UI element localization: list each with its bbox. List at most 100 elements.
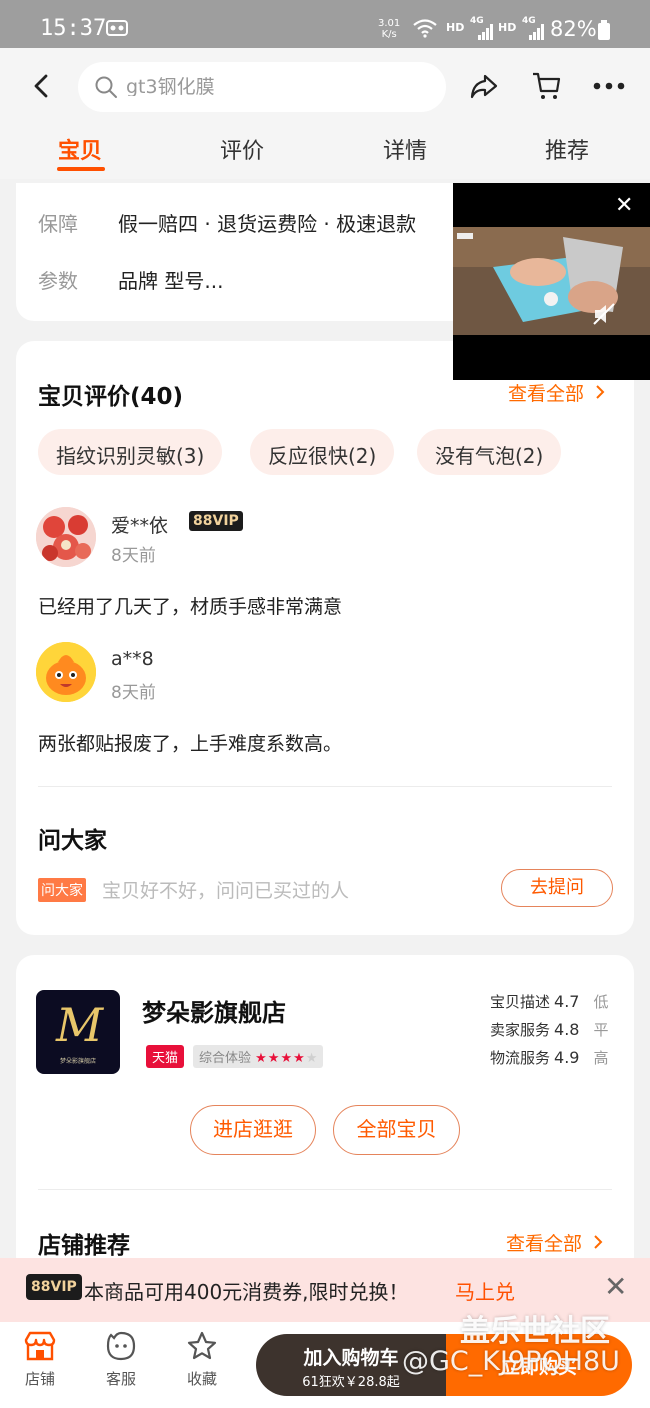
promo-text: 本商品可用400元消费券,限时兑换！ [84,1280,409,1304]
review-tag[interactable]: 没有气泡(2) [417,429,562,475]
store-icon [24,1331,56,1361]
store-recommend-see-all-label: 查看全部 [506,1233,583,1255]
signal-icon [529,24,545,44]
avatar[interactable] [36,507,96,567]
battery-icon [598,20,610,44]
vip-badge: 88VIP [26,1274,82,1300]
divider [38,1189,612,1190]
service-icon [106,1331,136,1361]
avatar[interactable] [36,642,96,702]
favorite-label: 收藏 [186,1370,217,1388]
store-button[interactable]: 店铺 [10,1330,70,1389]
review-user: 爱**依 [111,515,169,537]
rating-score: 4.8 [554,1020,580,1039]
status-time: 15:37 [40,16,107,41]
overall-experience: 综合体验 ★★★★★ [193,1045,324,1068]
store-recommend-see-all[interactable]: 查看全部 [506,1229,604,1256]
shop-name[interactable]: 梦朵影旗舰店 [142,993,286,1028]
guarantee-label: 保障 [38,212,78,236]
ask-tag: 问大家 [38,878,86,902]
speed-unit: K/s [381,29,397,40]
params-label: 参数 [38,269,78,293]
enter-shop-button[interactable]: 进店逛逛 [190,1105,316,1155]
tab-baobei[interactable]: 宝贝 [58,133,102,165]
back-arrow-icon[interactable] [28,72,56,100]
tab-bar: 宝贝 评价 详情 推荐 [0,123,650,179]
rating-score: 4.9 [554,1048,580,1067]
rating-label: 宝贝描述 [490,993,551,1011]
star-rating-icon: ★★★★ [255,1051,306,1066]
store-recommend-title: 店铺推荐 [38,1233,130,1259]
all-items-button[interactable]: 全部宝贝 [333,1105,460,1155]
mute-icon[interactable] [591,301,617,331]
service-label: 客服 [105,1370,136,1388]
review-text: 已经用了几天了，材质手感非常满意 [38,596,343,618]
search-box[interactable] [78,62,446,112]
review-text: 两张都贴报废了，上手难度系数高。 [38,733,343,755]
signal-icon [478,24,494,44]
more-icon[interactable] [592,74,625,106]
reviews-title: 宝贝评价(40) [38,384,184,410]
cart-icon[interactable] [531,70,563,102]
search-input[interactable] [126,74,426,96]
network-speed: 3.01 K/s [378,18,400,40]
favorite-button[interactable]: 收藏 [172,1330,232,1389]
rating-label: 卖家服务 [490,1021,551,1039]
video-frame[interactable] [453,227,650,335]
watermark-handle: @GC_KJ9PQH8U [402,1346,620,1377]
speed-value: 3.01 [378,18,401,29]
promo-redeem-link[interactable]: 马上兑 [455,1276,515,1305]
reviews-see-all-label: 查看全部 [508,383,585,405]
review-tag[interactable]: 指纹识别灵敏(3) [38,429,223,475]
vip-badge: 88VIP [189,511,243,531]
rating-level: 低 [593,993,609,1011]
rating-score: 4.7 [554,992,580,1011]
review-user: a**8 [111,648,154,670]
shop-logo[interactable]: M 梦朵影旗舰店 [36,990,120,1074]
net-hd-2: HD [498,21,517,34]
shop-logo-letter: M [56,998,104,1052]
net-hd-1: HD [446,21,465,34]
chevron-right-icon [594,1235,603,1249]
chevron-right-icon [596,385,605,399]
rating-label: 物流服务 [490,1049,551,1067]
rating-level: 高 [593,1049,609,1067]
ask-title: 问大家 [38,828,107,854]
divider [38,786,612,787]
tab-reviews[interactable]: 评价 [220,133,264,165]
tab-active-indicator [57,167,105,171]
reviews-see-all[interactable]: 查看全部 [508,379,606,406]
tab-details[interactable]: 详情 [383,133,427,165]
watermark-title: 盖乐世社区 [460,1314,610,1349]
shop-rating: 卖家服务 4.8 平 [490,1019,608,1040]
search-icon [94,75,118,103]
store-label: 店铺 [24,1370,55,1388]
review-time: 8天前 [111,683,156,703]
close-icon[interactable]: ✕ [604,1273,627,1301]
wifi-icon [412,18,438,42]
ask-question-button[interactable]: 去提问 [501,869,613,907]
star-empty-icon: ★ [305,1051,318,1066]
review-time: 8天前 [111,546,156,566]
ask-placeholder[interactable]: 宝贝好不好，问问已买过的人 [102,876,349,903]
tmall-badge: 天猫 [146,1045,185,1068]
reviews-card: 宝贝评价(40) 查看全部 指纹识别灵敏(3) 反应很快(2) 没有气泡(2) … [16,341,634,935]
shop-card: M 梦朵影旗舰店 梦朵影旗舰店 天猫 综合体验 ★★★★★ 宝贝描述 4.7 低 卖… [16,955,634,1275]
tab-recommend[interactable]: 推荐 [545,133,589,165]
top-bar [0,48,650,123]
share-icon[interactable] [468,70,500,102]
rating-level: 平 [593,1021,609,1039]
params-value: 品牌 型号... [118,269,224,293]
shop-logo-sub: 梦朵影旗舰店 [59,1058,96,1065]
review-tag[interactable]: 反应很快(2) [250,429,395,475]
status-bar: 15:37 3.01 K/s HD 4G HD 4G 82% [0,0,650,48]
shop-rating: 宝贝描述 4.7 低 [490,991,608,1012]
vr-icon [106,20,128,40]
guarantee-value: 假一赔四 · 退货运费险 · 极速退款 [118,212,417,236]
star-icon [187,1331,217,1360]
overall-label: 综合体验 [199,1051,252,1066]
customer-service-button[interactable]: 客服 [91,1330,151,1389]
floating-video-player[interactable]: ✕ [453,183,650,380]
shop-rating: 物流服务 4.9 高 [490,1047,608,1068]
close-icon[interactable]: ✕ [615,195,633,217]
